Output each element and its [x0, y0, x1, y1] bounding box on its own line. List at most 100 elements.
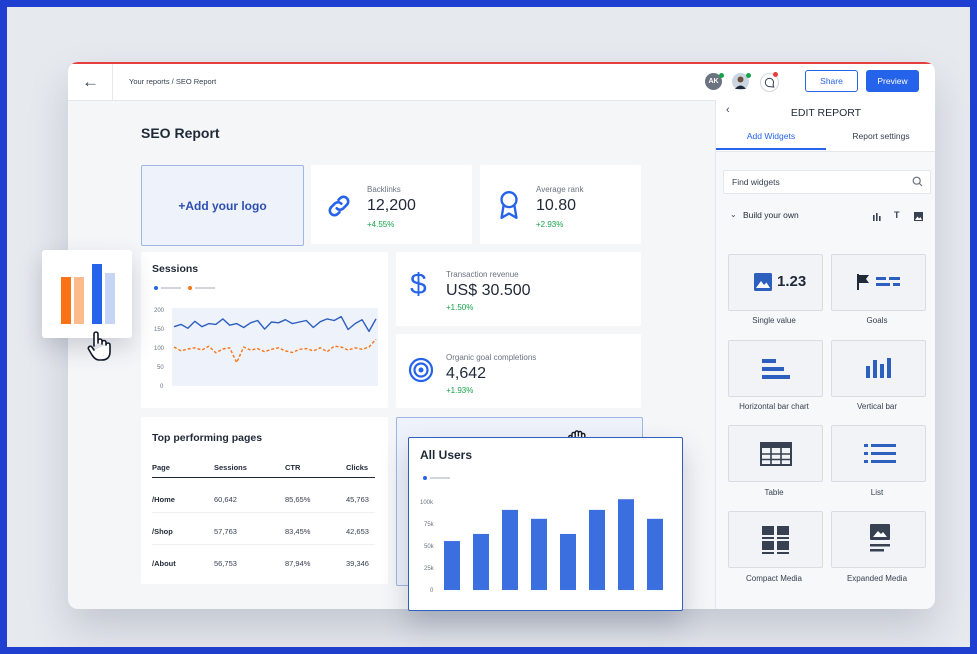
kpi-delta: +4.55%	[367, 220, 395, 229]
notification-dot	[773, 72, 778, 77]
widget-horizontal-bar-chart[interactable]	[728, 340, 823, 397]
back-arrow-icon[interactable]: ←	[82, 72, 99, 92]
y-tick-label: 50	[157, 365, 164, 371]
column-header[interactable]: Page	[152, 463, 170, 472]
all-users-chart-card[interactable]: All Users 100k 75k 50k 25k 0	[408, 437, 683, 611]
bar	[560, 533, 576, 590]
kpi-value: 10.80	[536, 197, 577, 214]
canvas: ← Your reports / SEO Report AK Share Pre…	[7, 7, 970, 647]
kpi-delta: +1.93%	[446, 386, 474, 395]
search-placeholder: Find widgets	[732, 177, 780, 187]
row-divider	[152, 544, 375, 545]
page-title: SEO Report	[141, 125, 220, 141]
widget-label: Compact Media	[745, 574, 803, 583]
table-cell: 56,753	[214, 559, 237, 568]
kpi-delta: +2.93%	[536, 220, 564, 229]
table-cell: 87,94%	[285, 559, 311, 568]
chart-title: Sessions	[152, 263, 199, 275]
widget-label: Single value	[752, 316, 796, 325]
link-icon	[328, 195, 350, 217]
widget-compact-media[interactable]	[728, 511, 823, 568]
kpi-label: Organic goal completions	[446, 353, 537, 362]
active-tab-indicator	[716, 148, 826, 150]
widget-single-value[interactable]: 1.23	[728, 254, 823, 311]
preview-button[interactable]: Preview	[866, 70, 919, 92]
dollar-icon: $	[410, 268, 427, 301]
y-tick-label: 0	[430, 588, 434, 594]
kpi-card-organic-goal-completions[interactable]: Organic goal completions 4,642 +1.93%	[396, 334, 641, 408]
kpi-value: 12,200	[367, 197, 416, 214]
column-header[interactable]: CTR	[285, 463, 300, 472]
widget-expanded-media[interactable]	[831, 511, 926, 568]
award-icon	[500, 191, 518, 219]
y-tick-label: 50k	[424, 544, 435, 550]
table-cell: 60,642	[214, 495, 237, 504]
bar	[473, 533, 489, 590]
widget-label: List	[870, 488, 884, 497]
table-title: Top performing pages	[152, 432, 263, 444]
online-dot	[719, 73, 724, 78]
kpi-label: Average rank	[536, 185, 584, 194]
image-icon	[754, 273, 772, 291]
bar	[589, 509, 605, 590]
widget-label: Goals	[866, 316, 888, 325]
widget-list[interactable]	[831, 425, 926, 482]
widget-label: Horizontal bar chart	[739, 402, 809, 411]
bar	[618, 499, 634, 590]
table-cell: 42,653	[346, 527, 369, 536]
kpi-label: Backlinks	[367, 185, 401, 194]
tab-add-widgets[interactable]: Add Widgets	[716, 131, 826, 141]
y-tick-label: 100	[154, 346, 165, 352]
chevron-down-icon[interactable]: ⌄	[730, 210, 737, 219]
widget-vertical-bar[interactable]	[831, 340, 926, 397]
table-cell: /Home	[152, 495, 175, 504]
bar-chart-icon[interactable]	[873, 213, 881, 221]
table-cell: /About	[152, 559, 176, 568]
row-divider	[152, 512, 375, 513]
table-cell: 39,346	[346, 559, 369, 568]
search-icon[interactable]	[912, 176, 923, 187]
y-tick-label: 75k	[424, 522, 435, 528]
widget-goals[interactable]	[831, 254, 926, 311]
dragged-bar-chart-widget[interactable]	[42, 250, 132, 338]
add-logo-placeholder[interactable]: +Add your logo	[141, 165, 304, 246]
y-tick-label: 25k	[424, 566, 435, 572]
column-header[interactable]: Sessions	[214, 463, 247, 472]
table-icon	[760, 442, 792, 466]
bar	[531, 518, 547, 590]
share-button[interactable]: Share	[805, 70, 858, 92]
vertical-bar-chart-icon	[866, 358, 891, 378]
bar	[444, 541, 460, 590]
section-title[interactable]: Build your own	[743, 210, 799, 220]
target-icon	[408, 357, 434, 383]
column-header[interactable]: Clicks	[346, 463, 368, 472]
widget-search-input[interactable]: Find widgets	[723, 170, 931, 194]
image-icon[interactable]	[914, 212, 923, 221]
kpi-label: Transaction revenue	[446, 270, 519, 279]
bar	[647, 518, 663, 590]
tab-report-settings[interactable]: Report settings	[826, 131, 935, 141]
horizontal-bar-chart-icon	[762, 359, 790, 379]
widget-table[interactable]	[728, 425, 823, 482]
widget-label: Vertical bar	[856, 402, 898, 411]
kpi-card-average-rank[interactable]: Average rank 10.80 +2.93%	[480, 165, 641, 244]
divider	[716, 151, 935, 152]
y-tick-label: 150	[154, 327, 165, 333]
compact-media-icon	[762, 526, 789, 554]
kpi-card-transaction-revenue[interactable]: $ Transaction revenue US$ 30.500 +1.50%	[396, 252, 641, 326]
panel-title: EDIT REPORT	[790, 107, 862, 119]
divider	[112, 64, 113, 100]
kpi-value: US$ 30.500	[446, 282, 531, 299]
bar-chart-icon	[61, 264, 115, 324]
widget-label: Expanded Media	[846, 574, 908, 583]
top-pages-table-card[interactable]: Top performing pages Page Sessions CTR C…	[141, 417, 388, 584]
sessions-chart-card[interactable]: Sessions 200 150 100 50 0	[141, 252, 388, 408]
y-tick-label: 100k	[420, 500, 434, 506]
header-divider	[152, 477, 375, 478]
table-cell: 83,45%	[285, 527, 311, 536]
text-icon[interactable]: T	[894, 210, 900, 220]
breadcrumb[interactable]: Your reports / SEO Report	[129, 77, 216, 86]
topbar: ← Your reports / SEO Report AK Share Pre…	[68, 64, 935, 101]
kpi-card-backlinks[interactable]: Backlinks 12,200 +4.55%	[311, 165, 472, 244]
table-cell: /Shop	[152, 527, 173, 536]
